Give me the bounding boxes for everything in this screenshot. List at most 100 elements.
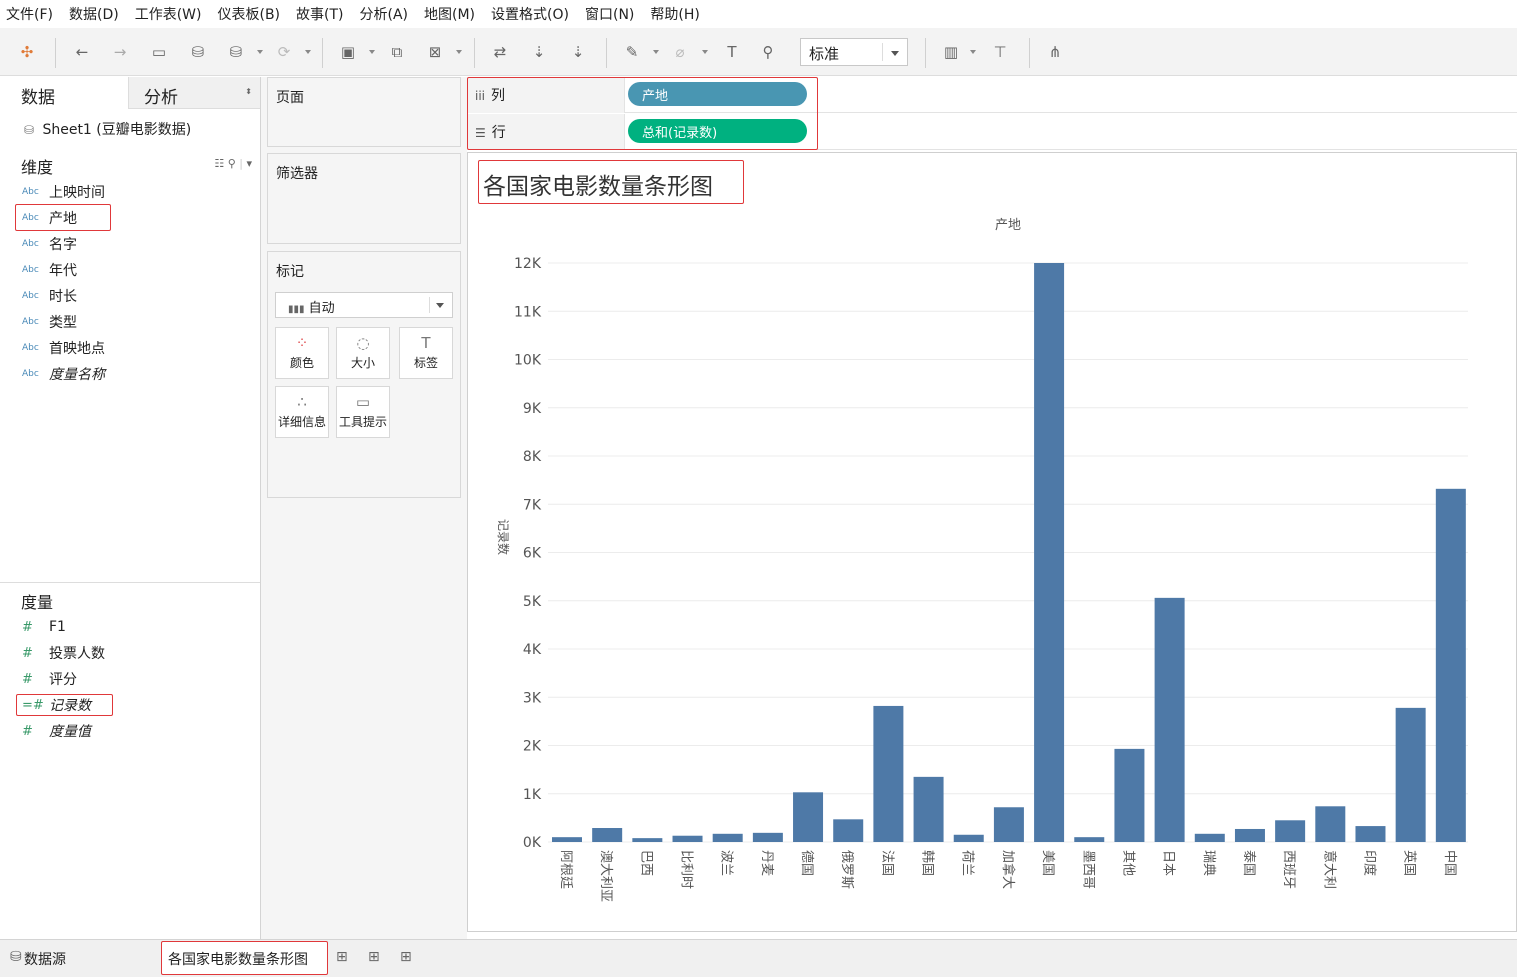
bar[interactable] [1275,820,1306,842]
bar[interactable] [1435,488,1466,842]
columns-pill[interactable]: 产地 [628,82,807,106]
bar[interactable] [552,837,582,842]
bar[interactable] [1154,597,1185,842]
size-button[interactable]: ◌ 大小 [336,327,390,379]
color-button[interactable]: ⁘ 颜色 [275,327,329,379]
search-icon[interactable]: ⚲ [228,157,236,170]
sort-descending-icon[interactable]: ⇣ [566,40,590,64]
measure-field[interactable]: # F1 [22,617,66,637]
highlight-icon[interactable]: ✎ [620,40,644,64]
dimension-field[interactable]: Abc 时长 [22,286,77,306]
bar[interactable] [1194,833,1225,842]
share-icon[interactable]: ⋔ [1043,40,1067,64]
bar[interactable] [1074,837,1105,842]
new-worksheet-icon[interactable]: ⊞ [336,949,348,965]
show-me-icon[interactable]: ▥ [939,40,963,64]
columns-shelf[interactable]: iii 列 产地 [467,77,1517,113]
dimension-field[interactable]: Abc 类型 [22,312,77,332]
rows-pill[interactable]: 总和(记录数) [628,119,807,143]
filters-card[interactable]: 筛选器 [267,153,461,244]
menu-item[interactable]: 文件(F) [6,4,53,24]
datasource-label: Sheet1 (豆瓣电影数据) [42,122,192,138]
bar[interactable] [752,832,783,842]
menu-item[interactable]: 地图(M) [424,4,475,24]
detail-button[interactable]: ∴ 详细信息 [275,386,329,438]
dimension-field[interactable]: Abc 年代 [22,260,77,280]
label-icon[interactable]: T [720,40,744,64]
dropdown-arrow-icon[interactable] [970,50,976,54]
new-worksheet-icon[interactable]: ▣ [336,40,360,64]
menu-item[interactable]: 故事(T) [296,4,343,24]
bar[interactable] [913,776,944,842]
refresh-icon[interactable]: ⟳ [272,40,296,64]
dropdown-arrow-icon[interactable] [305,50,311,54]
measure-field[interactable]: # 评分 [22,669,77,689]
swap-icon[interactable]: ⇄ [488,40,512,64]
pin-icon[interactable]: ⚲ [756,40,780,64]
rows-shelf[interactable]: ☰ 行 总和(记录数) [467,114,1517,150]
view-list-icon[interactable]: ☷ [214,157,224,170]
pause-icon[interactable]: ⛁ [224,40,248,64]
menu-item[interactable]: 分析(A) [360,4,409,24]
datasource-tab[interactable]: 数据源 [24,949,66,969]
dimension-field[interactable]: Abc 上映时间 [22,182,105,202]
sort-ascending-icon[interactable]: ⇣ [527,40,551,64]
bar[interactable] [1395,707,1426,842]
new-dashboard-icon[interactable]: ⊞ [368,949,380,965]
menu-item[interactable]: 帮助(H) [650,4,699,24]
undo-icon[interactable]: ← [70,40,94,64]
dropdown-arrow-icon[interactable] [369,50,375,54]
updown-arrow-icon[interactable]: ⬍ [245,87,252,96]
label-button[interactable]: T 标签 [399,327,453,379]
bar[interactable] [672,835,703,842]
marks-type-select[interactable]: ▮▮▮ 自动 [275,292,453,318]
redo-icon[interactable]: → [108,40,132,64]
x-tick-label: 波兰 [719,850,734,876]
tab-data[interactable]: 数据 [0,77,128,109]
datasource-item[interactable]: ⛁ Sheet1 (豆瓣电影数据) [24,119,191,139]
pages-card[interactable]: 页面 [267,77,461,147]
measure-field[interactable]: # 投票人数 [22,643,105,663]
bar[interactable] [1315,806,1346,842]
bar[interactable] [1355,826,1386,842]
bar[interactable] [873,705,904,842]
dropdown-arrow-icon[interactable] [456,50,462,54]
tableau-logo-icon[interactable]: ✣ [15,40,39,64]
duplicate-icon[interactable]: ⧉ [385,40,409,64]
bar[interactable] [953,834,984,842]
bar[interactable] [1114,748,1145,842]
dimension-field[interactable]: Abc 产地 [22,208,77,228]
menu-item[interactable]: 设置格式(O) [491,4,569,24]
dimension-field[interactable]: Abc 度量名称 [22,364,105,384]
chevron-down-icon[interactable]: ▾ [246,157,252,170]
menu-item[interactable]: 数据(D) [69,4,119,24]
bar[interactable] [712,833,743,842]
bar[interactable] [993,807,1024,842]
bar[interactable] [1034,263,1065,842]
bar[interactable] [592,828,623,842]
sheet-tab-active[interactable]: 各国家电影数量条形图 [162,942,328,974]
dropdown-arrow-icon[interactable] [702,50,708,54]
new-story-icon[interactable]: ⊞ [400,949,412,965]
dropdown-arrow-icon[interactable] [653,50,659,54]
measure-field[interactable]: # 度量值 [22,721,91,741]
menu-item[interactable]: 工作表(W) [135,4,202,24]
presentation-icon[interactable]: ⊤ [988,40,1012,64]
clear-icon[interactable]: ⊠ [423,40,447,64]
new-datasource-icon[interactable]: ⛁ [186,40,210,64]
tooltip-button[interactable]: ▭ 工具提示 [336,386,390,438]
tab-analysis[interactable]: 分析 ⬍ [128,77,260,109]
bar[interactable] [793,792,824,842]
menu-item[interactable]: 仪表板(B) [217,4,280,24]
bar[interactable] [833,819,864,842]
save-icon[interactable]: ▭ [147,40,171,64]
dimension-field[interactable]: Abc 名字 [22,234,77,254]
dimension-field[interactable]: Abc 首映地点 [22,338,105,358]
menu-item[interactable]: 窗口(N) [585,4,634,24]
group-icon[interactable]: ⌀ [668,40,692,64]
measure-field[interactable]: =# 记录数 [22,695,91,715]
view-size-select[interactable]: 标准 [800,38,908,66]
bar[interactable] [1234,828,1265,842]
dropdown-arrow-icon[interactable] [257,50,263,54]
bar[interactable] [632,838,663,842]
